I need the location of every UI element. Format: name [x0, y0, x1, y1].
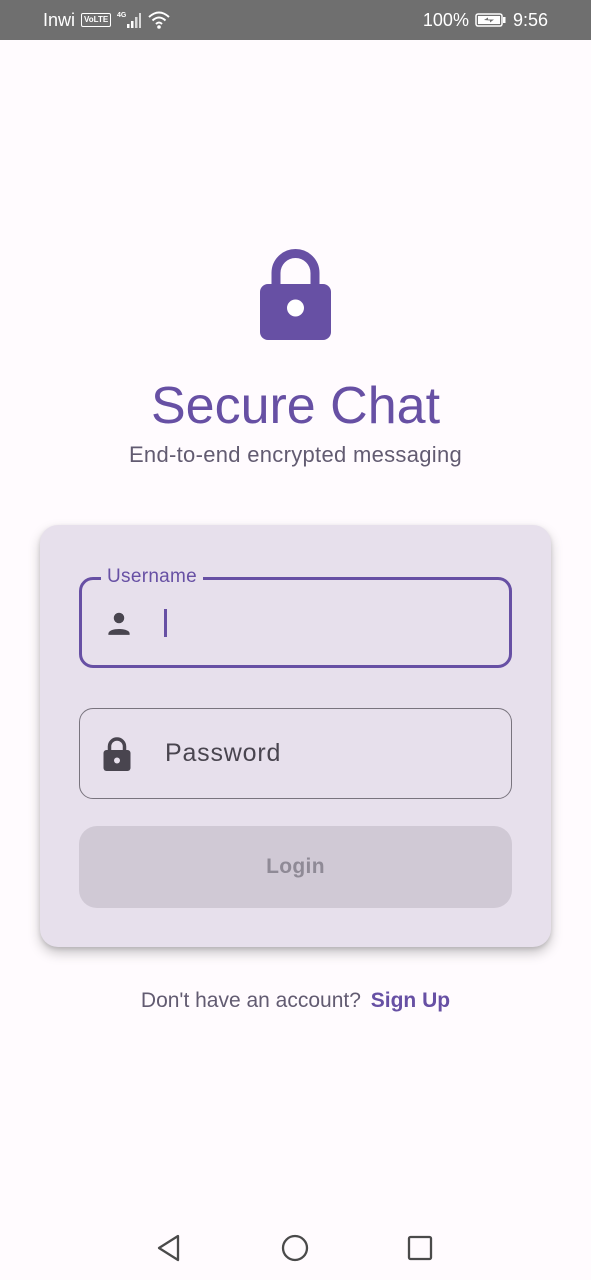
wifi-icon [148, 11, 170, 29]
text-cursor [164, 609, 167, 637]
volte-badge: VoLTE [81, 13, 112, 27]
login-card: Username Password Login [40, 525, 551, 947]
status-bar-right: 100% 9:56 [423, 0, 548, 40]
status-bar-left: Inwi VoLTE 4G [43, 0, 171, 40]
password-field[interactable]: Password [79, 708, 512, 799]
username-field[interactable]: Username [79, 565, 512, 668]
signal-icon: 4G [117, 12, 142, 28]
network-type: 4G [117, 12, 127, 19]
lock-icon [260, 249, 331, 340]
signup-link[interactable]: Sign Up [371, 989, 450, 1012]
password-placeholder: Password [165, 739, 282, 767]
app-subtitle: End-to-end encrypted messaging [128, 442, 463, 467]
back-icon[interactable] [152, 1231, 186, 1265]
clock: 9:56 [512, 10, 548, 30]
person-icon [108, 612, 130, 635]
navigation-bar [0, 1216, 591, 1280]
signup-prompt: Don't have an account? [140, 989, 361, 1012]
lock-icon [103, 736, 131, 771]
status-bar: Inwi VoLTE 4G 100% 9:56 [0, 0, 591, 40]
battery-percent: 100% [422, 10, 469, 30]
home-icon[interactable] [278, 1231, 312, 1265]
app-title: Secure Chat [150, 377, 441, 435]
battery-charging-icon [475, 13, 506, 27]
recents-icon[interactable] [403, 1231, 437, 1265]
username-label: Username [101, 565, 204, 589]
carrier-name: Inwi [43, 10, 76, 30]
signup-row: Don't have an account? Sign Up [0, 986, 591, 1016]
login-button[interactable]: Login [79, 826, 512, 908]
